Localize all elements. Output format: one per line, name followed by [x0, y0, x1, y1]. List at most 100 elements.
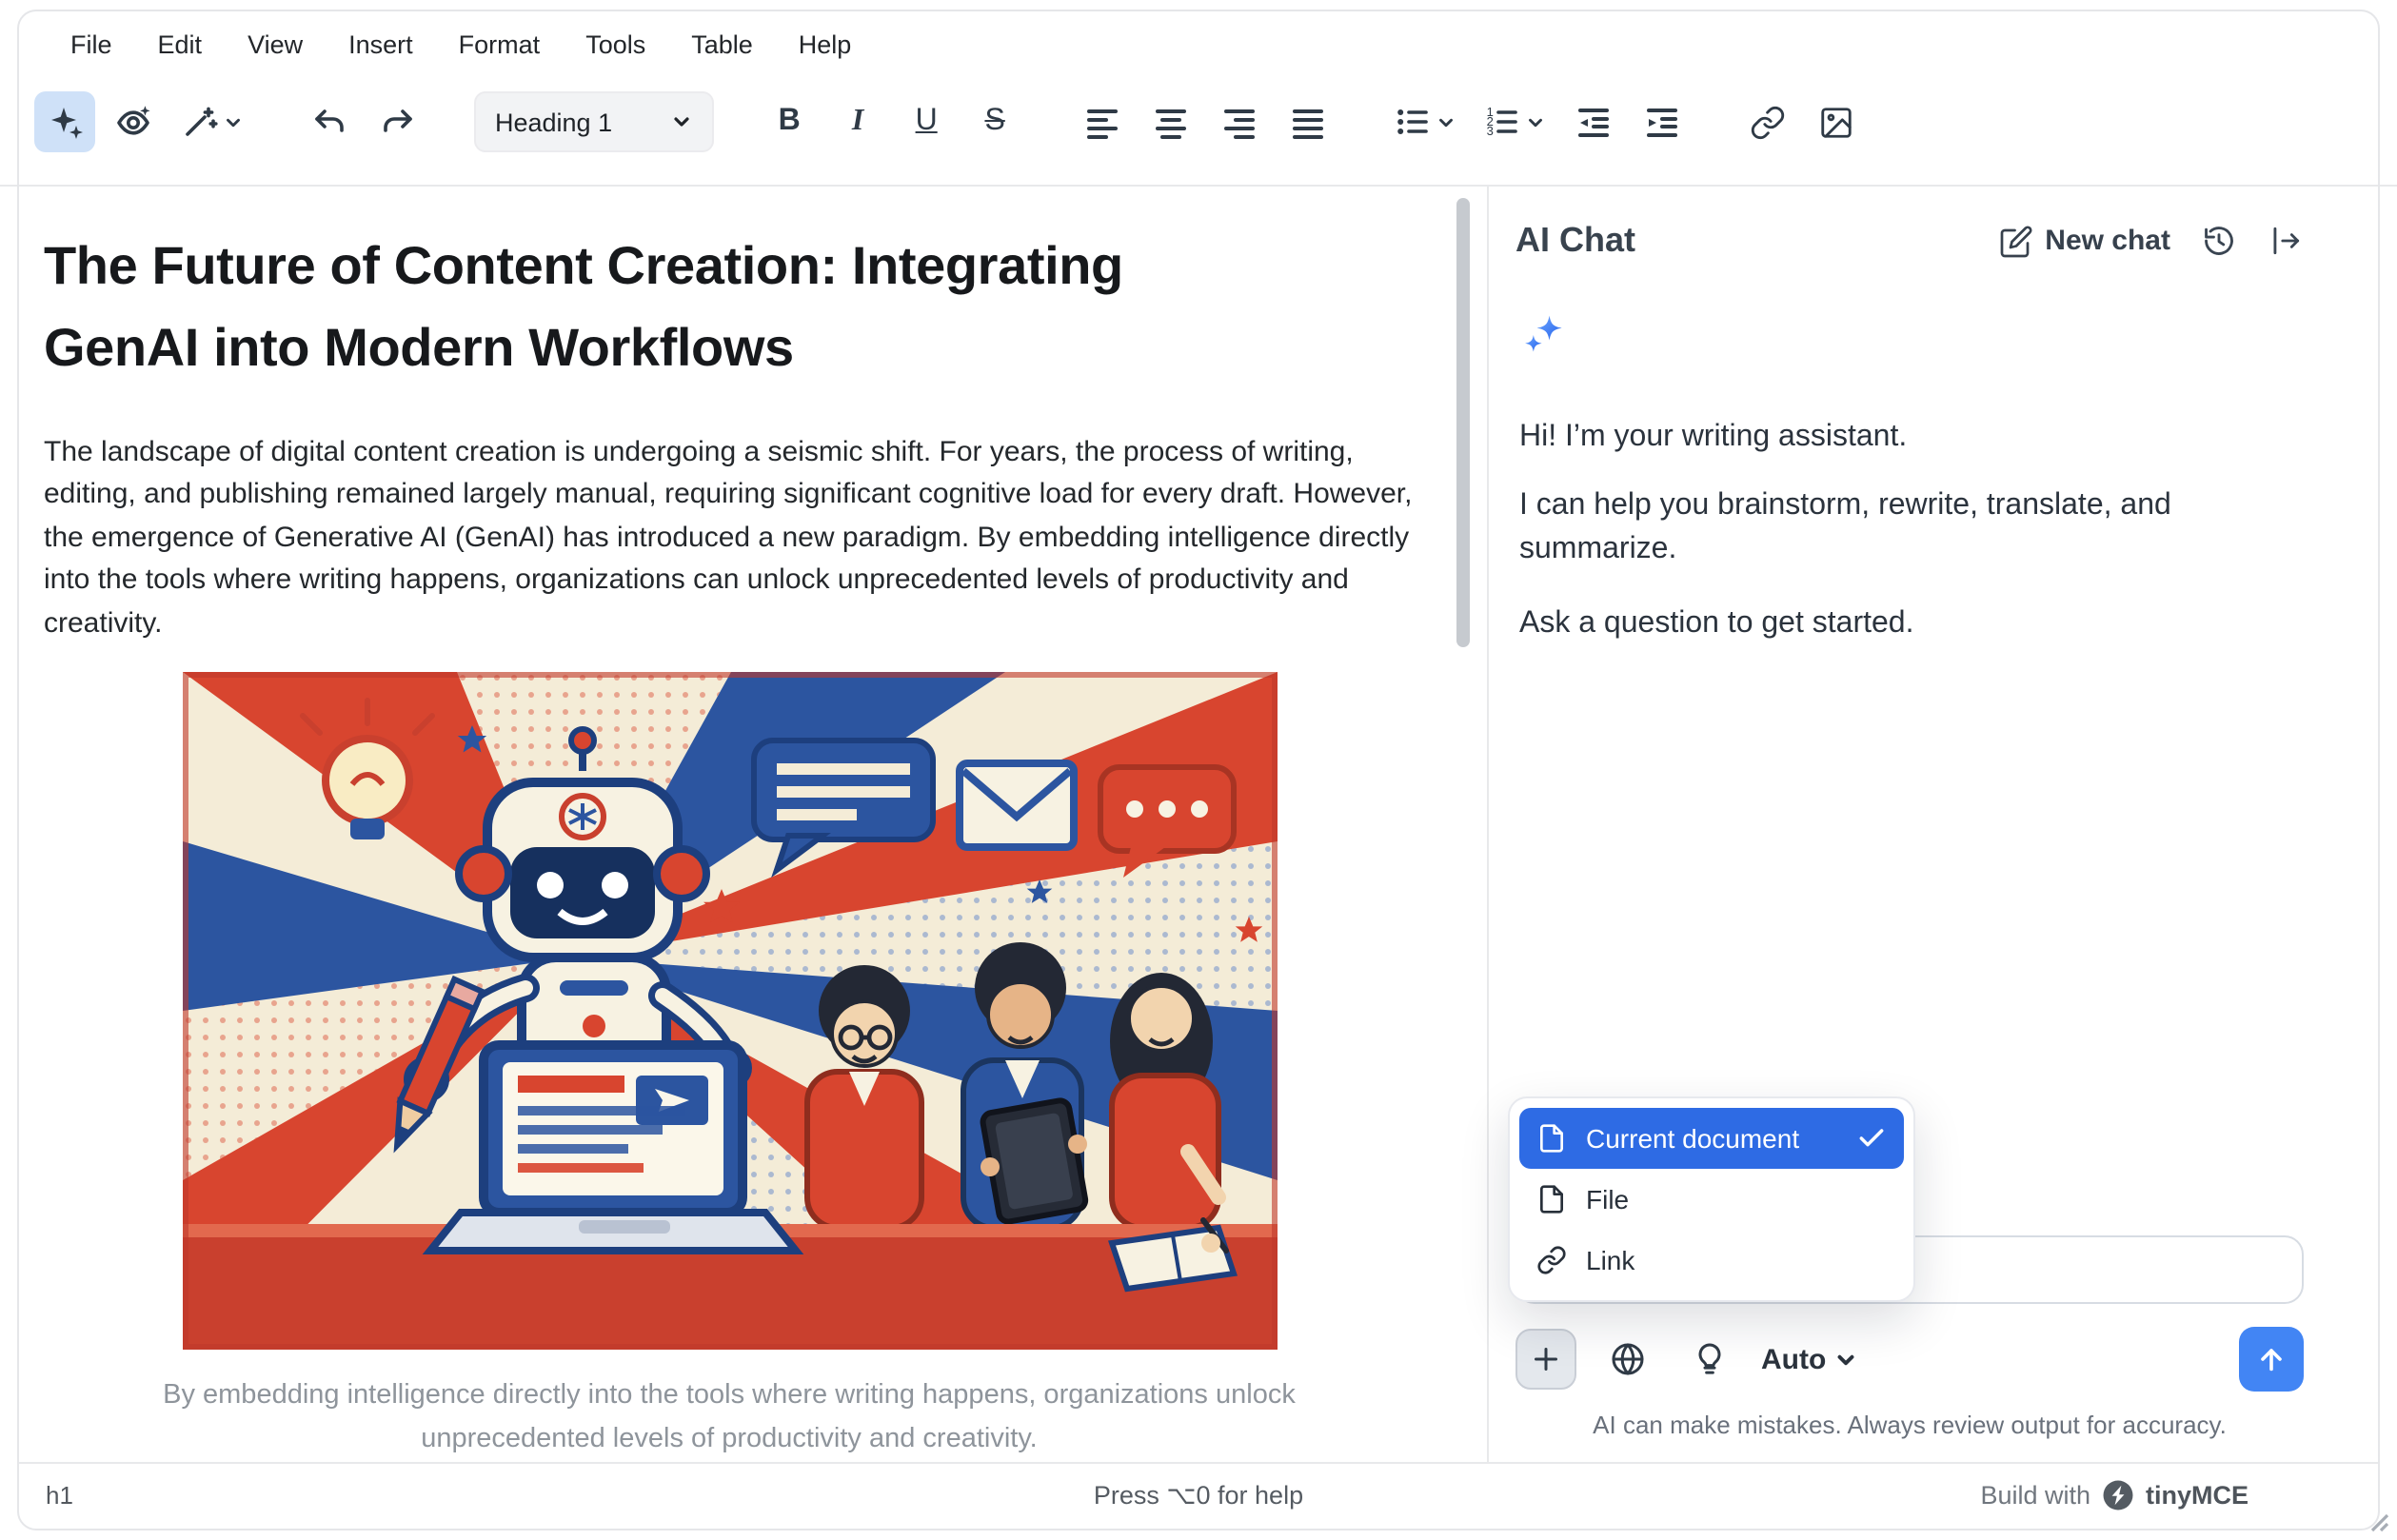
attach-menu-item-file[interactable]: File: [1519, 1169, 1904, 1230]
align-left-button[interactable]: [1071, 91, 1132, 152]
attach-button[interactable]: [1515, 1329, 1576, 1390]
bold-icon: B: [779, 107, 801, 137]
element-path[interactable]: h1: [19, 1481, 73, 1510]
assistant-greeting-1: Hi! I’m your writing assistant.: [1519, 415, 2304, 459]
ai-chat-panel: AI Chat New chat: [1489, 187, 2380, 1462]
ai-chat-actions: New chat: [1999, 223, 2304, 259]
chevron-down-icon: [1524, 111, 1545, 132]
menu-edit[interactable]: Edit: [137, 23, 224, 67]
ai-chat-header: AI Chat New chat: [1515, 221, 2304, 261]
editor-content-area[interactable]: The Future of Content Creation: Integrat…: [0, 187, 1487, 1462]
numbered-list-icon: 1 2 3: [1482, 103, 1520, 141]
document-figure: By embedding intelligence directly into …: [44, 673, 1415, 1462]
insert-image-button[interactable]: [1806, 91, 1867, 152]
align-right-button[interactable]: [1208, 91, 1269, 152]
document-icon: [1536, 1123, 1567, 1154]
undo-icon: [310, 103, 348, 141]
assistant-sparkle-icon: [1519, 310, 2304, 369]
svg-text:3: 3: [1486, 124, 1493, 138]
send-arrow-icon: [2254, 1342, 2288, 1376]
attach-menu: Current document File Link: [1508, 1096, 1915, 1302]
new-chat-label: New chat: [2045, 225, 2170, 257]
collapse-sidebar-button[interactable]: [2268, 223, 2304, 259]
collapse-panel-icon: [2268, 223, 2304, 259]
branding[interactable]: Build with tinyMCE: [1980, 1479, 2248, 1511]
underline-button[interactable]: U: [896, 91, 957, 152]
document-paragraph[interactable]: The landscape of digital content creatio…: [44, 432, 1415, 646]
strikethrough-button[interactable]: S: [964, 91, 1025, 152]
attach-menu-label: Current document: [1586, 1123, 1799, 1154]
redo-icon: [379, 103, 417, 141]
file-icon: [1536, 1184, 1567, 1214]
tinymce-logo-icon: [2102, 1479, 2134, 1511]
align-justify-icon: [1288, 103, 1326, 141]
underline-icon: U: [916, 107, 938, 137]
editor-scrollbar[interactable]: [1456, 198, 1470, 647]
chevron-down-icon: [1435, 111, 1456, 132]
image-caption[interactable]: By embedding intelligence directly into …: [44, 1375, 1415, 1462]
menu-format[interactable]: Format: [438, 23, 562, 67]
align-justify-button[interactable]: [1277, 91, 1337, 152]
edit-square-icon: [1999, 224, 2033, 258]
assistant-greeting-3: Ask a question to get started.: [1519, 601, 2304, 644]
attach-menu-item-link[interactable]: Link: [1519, 1230, 1904, 1291]
document-heading[interactable]: The Future of Content Creation: Integrat…: [44, 225, 1415, 390]
ai-review-button[interactable]: [103, 91, 164, 152]
ai-wand-button[interactable]: [171, 91, 253, 152]
chevron-down-icon: [669, 110, 692, 133]
align-left-icon: [1082, 103, 1120, 141]
strikethrough-icon: S: [984, 107, 1004, 137]
history-icon: [2201, 223, 2237, 259]
menu-insert[interactable]: Insert: [327, 23, 434, 67]
suggestions-button[interactable]: [1679, 1329, 1740, 1390]
menu-table[interactable]: Table: [670, 23, 774, 67]
chat-input-area: Current document File Link: [1515, 1235, 2304, 1462]
menu-file[interactable]: File: [50, 23, 133, 67]
toolbar: Heading 1 B I U S: [34, 88, 2370, 156]
image-icon: [1818, 104, 1854, 140]
italic-button[interactable]: I: [827, 91, 888, 152]
block-format-label: Heading 1: [495, 108, 612, 136]
attach-menu-item-current-document[interactable]: Current document: [1519, 1108, 1904, 1169]
chat-history-button[interactable]: [2201, 223, 2237, 259]
menu-tools[interactable]: Tools: [565, 23, 666, 67]
model-selector[interactable]: Auto: [1761, 1343, 1858, 1375]
ai-review-icon: [114, 103, 152, 141]
chevron-down-icon: [1833, 1347, 1858, 1372]
chat-toolbar: Auto: [1515, 1327, 2304, 1392]
outdent-icon: [1574, 103, 1612, 141]
attach-menu-label: File: [1586, 1184, 1629, 1214]
chevron-down-icon: [223, 111, 244, 132]
outdent-button[interactable]: [1562, 91, 1623, 152]
ai-chat-title: AI Chat: [1515, 221, 1999, 261]
undo-button[interactable]: [299, 91, 360, 152]
italic-icon: I: [852, 107, 863, 137]
menu-view[interactable]: View: [227, 23, 324, 67]
web-search-button[interactable]: [1597, 1329, 1658, 1390]
redo-button[interactable]: [367, 91, 428, 152]
menu-help[interactable]: Help: [778, 23, 873, 67]
document-image[interactable]: [182, 673, 1277, 1351]
align-right-icon: [1219, 103, 1258, 141]
person-glasses: [806, 966, 921, 1229]
new-chat-button[interactable]: New chat: [1999, 224, 2170, 258]
numbered-list-button[interactable]: 1 2 3: [1473, 91, 1555, 152]
envelope-doodle: [959, 764, 1073, 848]
align-center-button[interactable]: [1139, 91, 1200, 152]
bold-button[interactable]: B: [759, 91, 820, 152]
ai-sparkles-icon: [46, 103, 84, 141]
bullet-list-button[interactable]: [1383, 91, 1465, 152]
resize-handle-icon[interactable]: [2368, 1511, 2389, 1532]
assistant-greeting-2: I can help you brainstorm, rewrite, tran…: [1519, 484, 2304, 572]
tinymce-editor-window: File Edit View Insert Format Tools Table…: [0, 0, 2397, 1540]
send-button[interactable]: [2239, 1327, 2304, 1392]
lightbulb-icon: [1691, 1340, 1729, 1378]
block-format-select[interactable]: Heading 1: [474, 91, 713, 152]
link-icon: [1536, 1245, 1567, 1275]
insert-link-button[interactable]: [1737, 91, 1798, 152]
indent-button[interactable]: [1631, 91, 1692, 152]
ai-disclaimer: AI can make mistakes. Always review outp…: [1515, 1411, 2304, 1439]
ai-shortcuts-button[interactable]: [34, 91, 95, 152]
globe-icon: [1609, 1340, 1647, 1378]
magic-wand-icon: [181, 103, 219, 141]
